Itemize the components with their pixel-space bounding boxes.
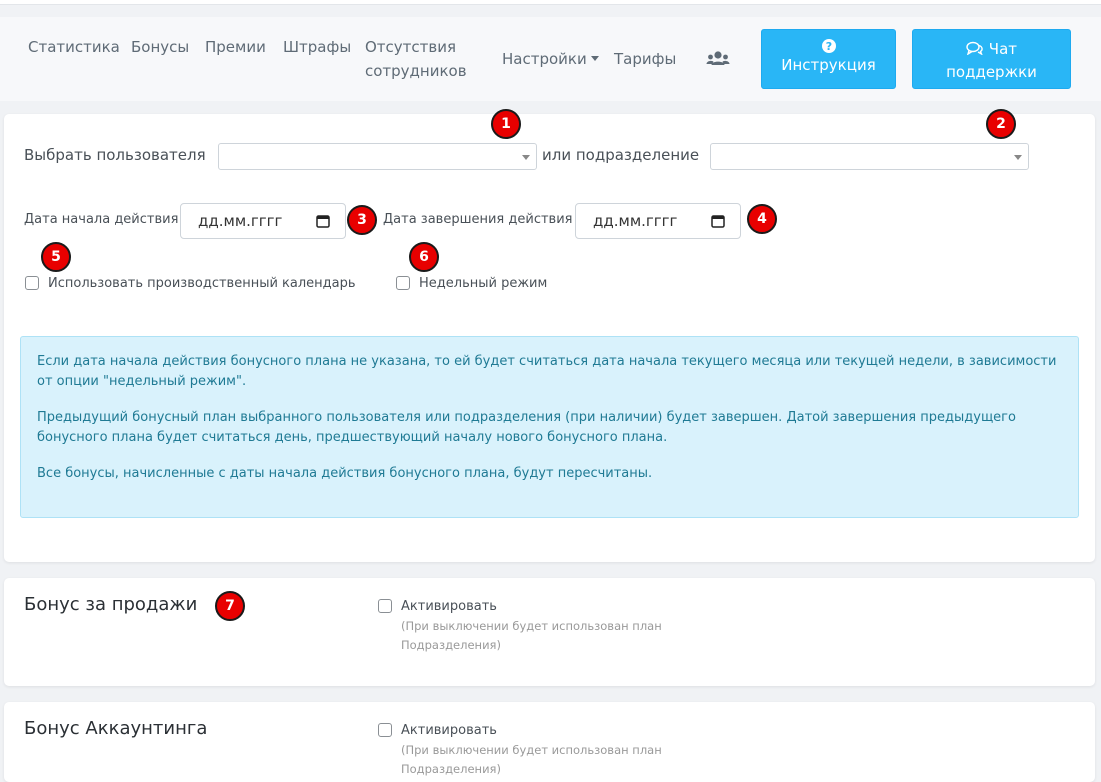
callout-badge-1: 1	[491, 109, 521, 139]
nav-absences-line2: сотрудников	[365, 62, 467, 80]
callout-badge-6: 6	[409, 242, 439, 272]
hint-line: (При выключении будет использован план	[401, 619, 662, 633]
user-select[interactable]	[218, 143, 537, 170]
instruction-button[interactable]: ? Инструкция	[761, 29, 896, 89]
info-paragraph: Все бонусы, начисленные с даты начала де…	[37, 466, 653, 481]
production-calendar-label: Использовать производственный календарь	[48, 276, 356, 291]
calendar-icon[interactable]	[711, 214, 725, 228]
or-department-label: или подразделение	[542, 146, 700, 164]
callout-badge-5: 5	[41, 242, 71, 272]
nav-bonuses[interactable]: Бонусы	[131, 35, 189, 59]
weekly-mode-checkbox[interactable]	[396, 276, 410, 290]
info-paragraph: Если дата начала действия бонусного план…	[37, 354, 1057, 389]
hint-line: Подразделения)	[401, 762, 501, 776]
production-calendar-checkbox[interactable]	[25, 276, 39, 290]
nav-statistics[interactable]: Статистика	[28, 35, 120, 59]
instruction-button-label: Инструкция	[781, 56, 876, 74]
info-alert: Если дата начала действия бонусного план…	[20, 336, 1079, 518]
sales-activate-checkbox[interactable]	[378, 599, 392, 613]
caret-down-icon	[590, 56, 599, 61]
support-chat-label-line1: Чат	[988, 40, 1017, 58]
callout-badge-3: 3	[347, 205, 377, 235]
callout-badge-4: 4	[747, 204, 777, 234]
info-paragraph: Предыдущий бонусный план выбранного поль…	[37, 410, 1016, 445]
start-date-input[interactable]: дд.мм.гггг	[180, 203, 346, 239]
nav-settings-label: Настройки	[502, 50, 587, 68]
dropdown-arrow-icon	[522, 155, 530, 160]
section-title: Бонус Аккаунтинга	[24, 718, 208, 739]
section-title: Бонус за продажи	[24, 594, 198, 615]
sales-activate-label: Активировать	[401, 599, 497, 614]
callout-badge-7: 7	[215, 591, 245, 621]
support-chat-line1-row: Чат	[913, 38, 1070, 61]
top-strip	[0, 0, 1101, 5]
hint-line: (При выключении будет использован план	[401, 743, 662, 757]
support-chat-label-line2: поддержки	[946, 63, 1037, 81]
svg-text:?: ?	[825, 40, 831, 53]
end-date-input[interactable]: дд.мм.гггг	[575, 203, 741, 239]
start-date-label: Дата начала действия	[24, 212, 179, 227]
nav-premiums[interactable]: Премии	[205, 35, 266, 59]
nav-absences-line1: Отсутствия	[365, 38, 457, 56]
nav-fines[interactable]: Штрафы	[283, 35, 351, 59]
accounting-activate-hint: (При выключении будет использован план П…	[401, 741, 681, 779]
nav-employee-absences[interactable]: Отсутствия сотрудников	[365, 35, 467, 83]
hint-line: Подразделения)	[401, 638, 501, 652]
accounting-activate-label: Активировать	[401, 723, 497, 738]
end-date-label: Дата завершения действия	[383, 212, 573, 227]
chat-bubbles-icon	[966, 41, 983, 56]
question-circle-icon: ?	[821, 39, 836, 53]
nav-settings-dropdown[interactable]: Настройки	[502, 47, 599, 71]
weekly-mode-label: Недельный режим	[419, 276, 548, 291]
support-chat-button[interactable]: Чат поддержки	[912, 29, 1071, 89]
callout-badge-2: 2	[986, 109, 1016, 139]
dropdown-arrow-icon	[1014, 155, 1022, 160]
calendar-icon[interactable]	[316, 214, 330, 228]
department-select[interactable]	[710, 143, 1029, 170]
start-date-placeholder: дд.мм.гггг	[198, 212, 283, 230]
select-user-label: Выбрать пользователя	[24, 146, 206, 164]
accounting-activate-checkbox[interactable]	[378, 723, 392, 737]
sales-activate-hint: (При выключении будет использован план П…	[401, 617, 681, 655]
nav-tariffs[interactable]: Тарифы	[614, 47, 676, 71]
users-icon[interactable]	[706, 50, 730, 68]
end-date-placeholder: дд.мм.гггг	[593, 212, 678, 230]
